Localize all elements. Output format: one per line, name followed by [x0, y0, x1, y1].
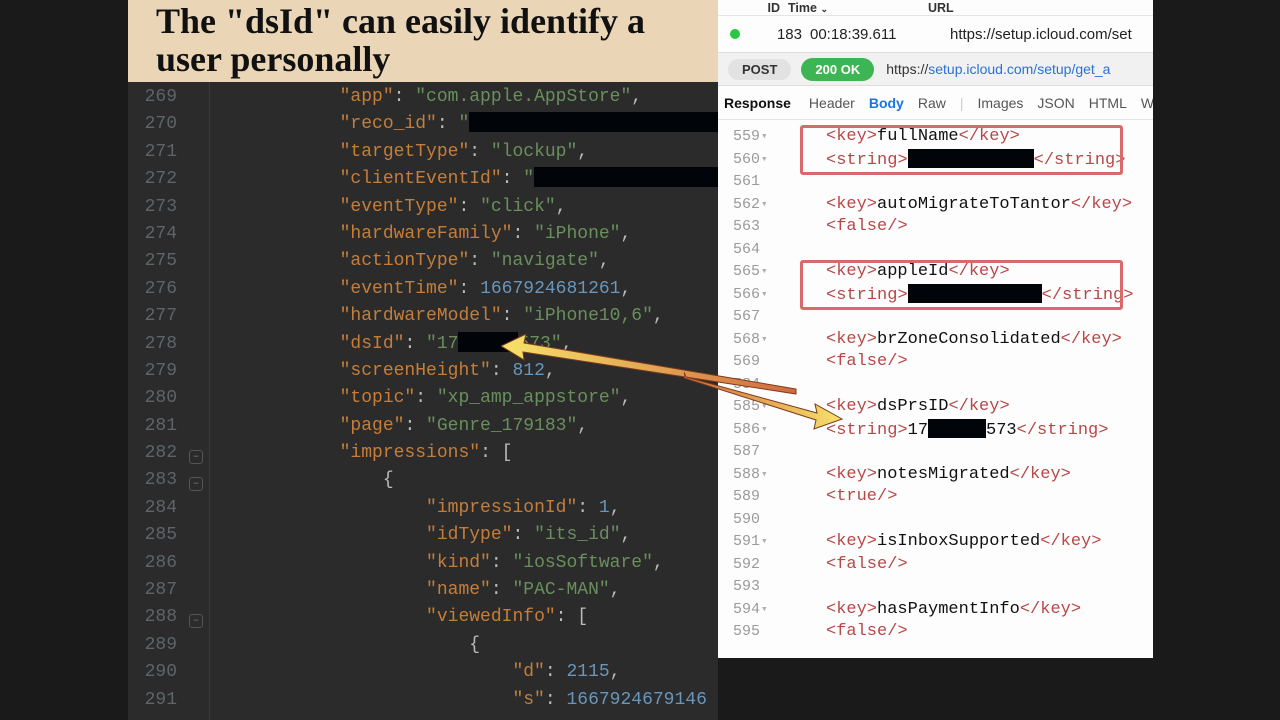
http-status-pill: 200 OK	[801, 58, 874, 81]
col-id[interactable]: ID	[740, 1, 788, 15]
code-body: "app": "com.apple.AppStore", "reco_id": …	[210, 82, 718, 714]
title-banner: The "dsId" can easily identify a user pe…	[128, 0, 718, 82]
code-editor: 2692702712722732742752762772782792802812…	[128, 82, 718, 720]
fold-gutter: –––	[183, 82, 210, 720]
request-summary-bar: POST 200 OK https://setup.icloud.com/set…	[718, 52, 1153, 86]
col-url[interactable]: URL	[928, 1, 1153, 15]
tab-webview[interactable]: Webvi	[1141, 95, 1153, 111]
tab-images[interactable]: Images	[978, 95, 1024, 111]
http-inspector: ID Time ⌄ URL 183 00:18:39.611 https://s…	[718, 0, 1153, 658]
xml-fold-gutter: ▾▾▾▾▾▾▾▾▾▾▾	[760, 126, 768, 644]
tab-json[interactable]: JSON	[1037, 95, 1074, 111]
http-method-pill: POST	[728, 59, 791, 80]
row-time: 00:18:39.611	[810, 26, 950, 43]
request-url: https://setup.icloud.com/setup/get_a	[886, 61, 1110, 77]
response-body: 5595605615625635645655665675685695845855…	[718, 120, 1153, 126]
col-time[interactable]: Time ⌄	[788, 1, 928, 15]
request-row[interactable]: 183 00:18:39.611 https://setup.icloud.co…	[718, 16, 1153, 52]
xml-lines: <key>fullName</key><string></string> <ke…	[826, 126, 1133, 644]
response-tabs: Response Header Body Raw | Images JSON H…	[718, 86, 1153, 120]
row-url: https://setup.icloud.com/set	[950, 26, 1153, 43]
tab-html[interactable]: HTML	[1089, 95, 1127, 111]
tab-raw[interactable]: Raw	[918, 95, 946, 111]
status-dot-success-icon	[730, 29, 740, 39]
tab-response[interactable]: Response	[724, 95, 791, 111]
tab-body[interactable]: Body	[869, 95, 904, 111]
xml-line-gutter: 5595605615625635645655665675685695845855…	[718, 126, 760, 644]
line-gutter: 2692702712722732742752762772782792802812…	[128, 82, 183, 720]
request-table-header: ID Time ⌄ URL	[718, 0, 1153, 16]
page-title: The "dsId" can easily identify a user pe…	[156, 3, 690, 79]
tab-header[interactable]: Header	[809, 95, 855, 111]
row-id: 183	[762, 26, 810, 43]
